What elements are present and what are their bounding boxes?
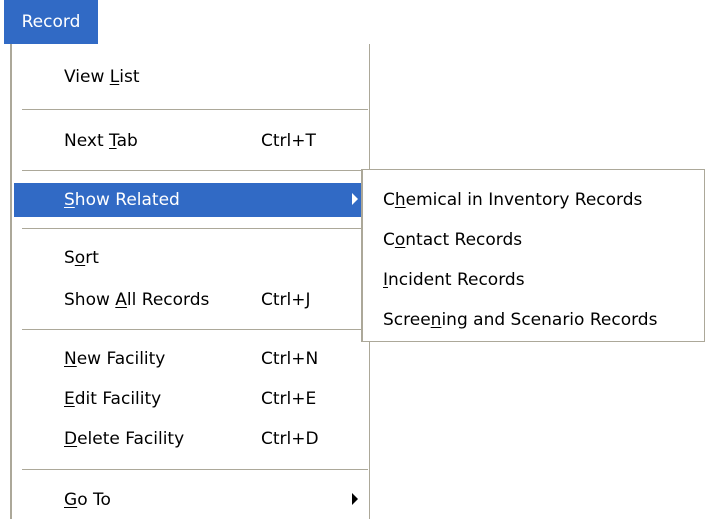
menu-record-label: Record — [21, 12, 81, 32]
menu-separator — [22, 170, 368, 172]
menu-item-label: View List — [64, 67, 140, 87]
menu-item-label: New Facility — [64, 349, 166, 369]
menu-item-label: Next Tab — [64, 131, 138, 151]
menu-separator — [22, 228, 368, 230]
menu-item-view-list[interactable]: View List — [14, 60, 368, 94]
menu-item-delete-facility[interactable]: Delete Facility Ctrl+D — [14, 422, 368, 456]
submenu-item-screening-and-scenario-records[interactable]: Scree n ing and Scenario Records — [383, 303, 657, 337]
menu-separator — [22, 109, 368, 111]
menu-separator — [22, 329, 368, 331]
menu-item-new-facility[interactable]: New Facility Ctrl+N — [14, 342, 368, 376]
menu-item-label: Show All Records — [64, 290, 210, 310]
menu-item-edit-facility[interactable]: Edit Facility Ctrl+E — [14, 382, 368, 416]
menu-item-show-all-records[interactable]: Show All Records Ctrl+J — [14, 283, 368, 317]
submenu-item-incident-records[interactable]: Incident Records — [383, 263, 525, 297]
menu-item-shortcut: Ctrl+N — [261, 349, 319, 369]
menu-item-sort[interactable]: Sort — [14, 241, 368, 275]
menu-item-go-to[interactable]: Go To — [14, 483, 368, 517]
menu-item-label: Go To — [64, 490, 111, 510]
menu-item-label: Show Related — [64, 190, 180, 210]
show-related-submenu: Ch emical in Inventory Records Co ntact Re… — [361, 169, 705, 342]
menu-item-shortcut: Ctrl+D — [261, 429, 319, 449]
menu-item-label: Delete Facility — [64, 429, 185, 449]
menu-separator — [22, 469, 368, 471]
submenu-item-chemical-in-inventory-records[interactable]: Ch emical in Inventory Records — [383, 183, 642, 217]
submenu-arrow-icon — [352, 493, 358, 505]
menu-item-shortcut: Ctrl+J — [261, 290, 311, 310]
submenu-arrow-icon — [352, 193, 358, 205]
menu-item-next-tab[interactable]: Next Tab Ctrl+T — [14, 124, 368, 158]
menu-item-label: Sort — [64, 248, 99, 268]
menu-item-label: Edit Facility — [64, 389, 162, 409]
menu-record[interactable]: Record — [4, 0, 98, 44]
menu-item-shortcut: Ctrl+T — [261, 131, 316, 151]
menu-item-shortcut: Ctrl+E — [261, 389, 317, 409]
submenu-item-contact-records[interactable]: Co ntact Records — [383, 223, 522, 257]
record-dropdown-menu: View List Next Tab Ctrl+T Show Related S… — [10, 44, 370, 519]
menu-item-show-related[interactable]: Show Related — [14, 183, 368, 217]
